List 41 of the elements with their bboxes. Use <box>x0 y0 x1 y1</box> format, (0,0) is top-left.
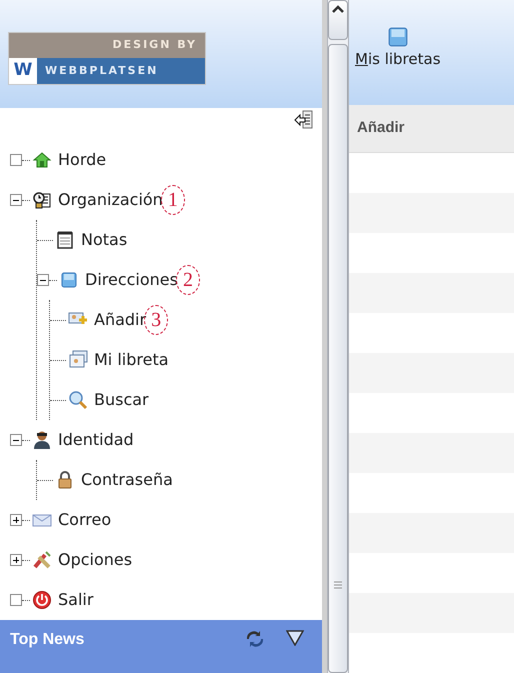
callout-number: 3 <box>144 305 168 335</box>
tree-item[interactable]: Contraseña <box>81 468 173 492</box>
tree-item[interactable]: Correo <box>58 508 112 532</box>
power-button-icon <box>32 590 52 610</box>
scroll-thumb[interactable] <box>328 44 348 673</box>
tree-item[interactable]: Buscar <box>94 388 149 412</box>
search-icon <box>68 390 88 410</box>
callout-number: 1 <box>160 185 185 215</box>
refresh-icon[interactable] <box>246 630 264 648</box>
tree-item[interactable]: Direcciones <box>85 268 178 292</box>
address-book-icon <box>59 270 79 290</box>
column-header[interactable]: Añadir <box>349 105 514 153</box>
clock-notebook-icon <box>32 190 52 210</box>
tree-item[interactable]: Salir <box>58 588 94 612</box>
expand-toggle[interactable] <box>10 514 22 526</box>
tools-icon <box>32 550 52 570</box>
tree-item[interactable]: Horde <box>58 148 106 172</box>
notepad-icon <box>55 230 75 250</box>
collapse-panel-icon[interactable] <box>294 110 314 130</box>
logo-brand: WEBBPLATSEN <box>37 58 205 84</box>
tree-item[interactable]: Organización <box>58 188 163 212</box>
scroll-up-button[interactable] <box>328 0 348 40</box>
address-book-icon <box>386 26 409 48</box>
tree-item[interactable]: Opciones <box>58 548 132 572</box>
stacked-cards-icon <box>68 350 88 370</box>
callout-number: 2 <box>176 265 200 295</box>
dropdown-triangle-icon[interactable] <box>286 630 304 646</box>
person-icon <box>32 430 52 450</box>
tree-item[interactable]: Identidad <box>58 428 134 452</box>
collapse-toggle[interactable] <box>10 434 22 446</box>
collapse-toggle[interactable] <box>10 194 22 206</box>
tree-item[interactable]: Añadir <box>94 308 146 332</box>
logo-tagline: DESIGN BY <box>9 33 205 58</box>
news-bar-title: Top News <box>10 630 84 650</box>
expand-toggle[interactable] <box>10 554 22 566</box>
collapse-toggle[interactable] <box>37 274 49 286</box>
tree-item[interactable]: Mi libreta <box>94 348 169 372</box>
scrollbar[interactable] <box>327 0 349 673</box>
tree-item[interactable]: Notas <box>81 228 128 252</box>
house-icon <box>32 150 52 170</box>
logo-mark: W <box>9 58 37 84</box>
